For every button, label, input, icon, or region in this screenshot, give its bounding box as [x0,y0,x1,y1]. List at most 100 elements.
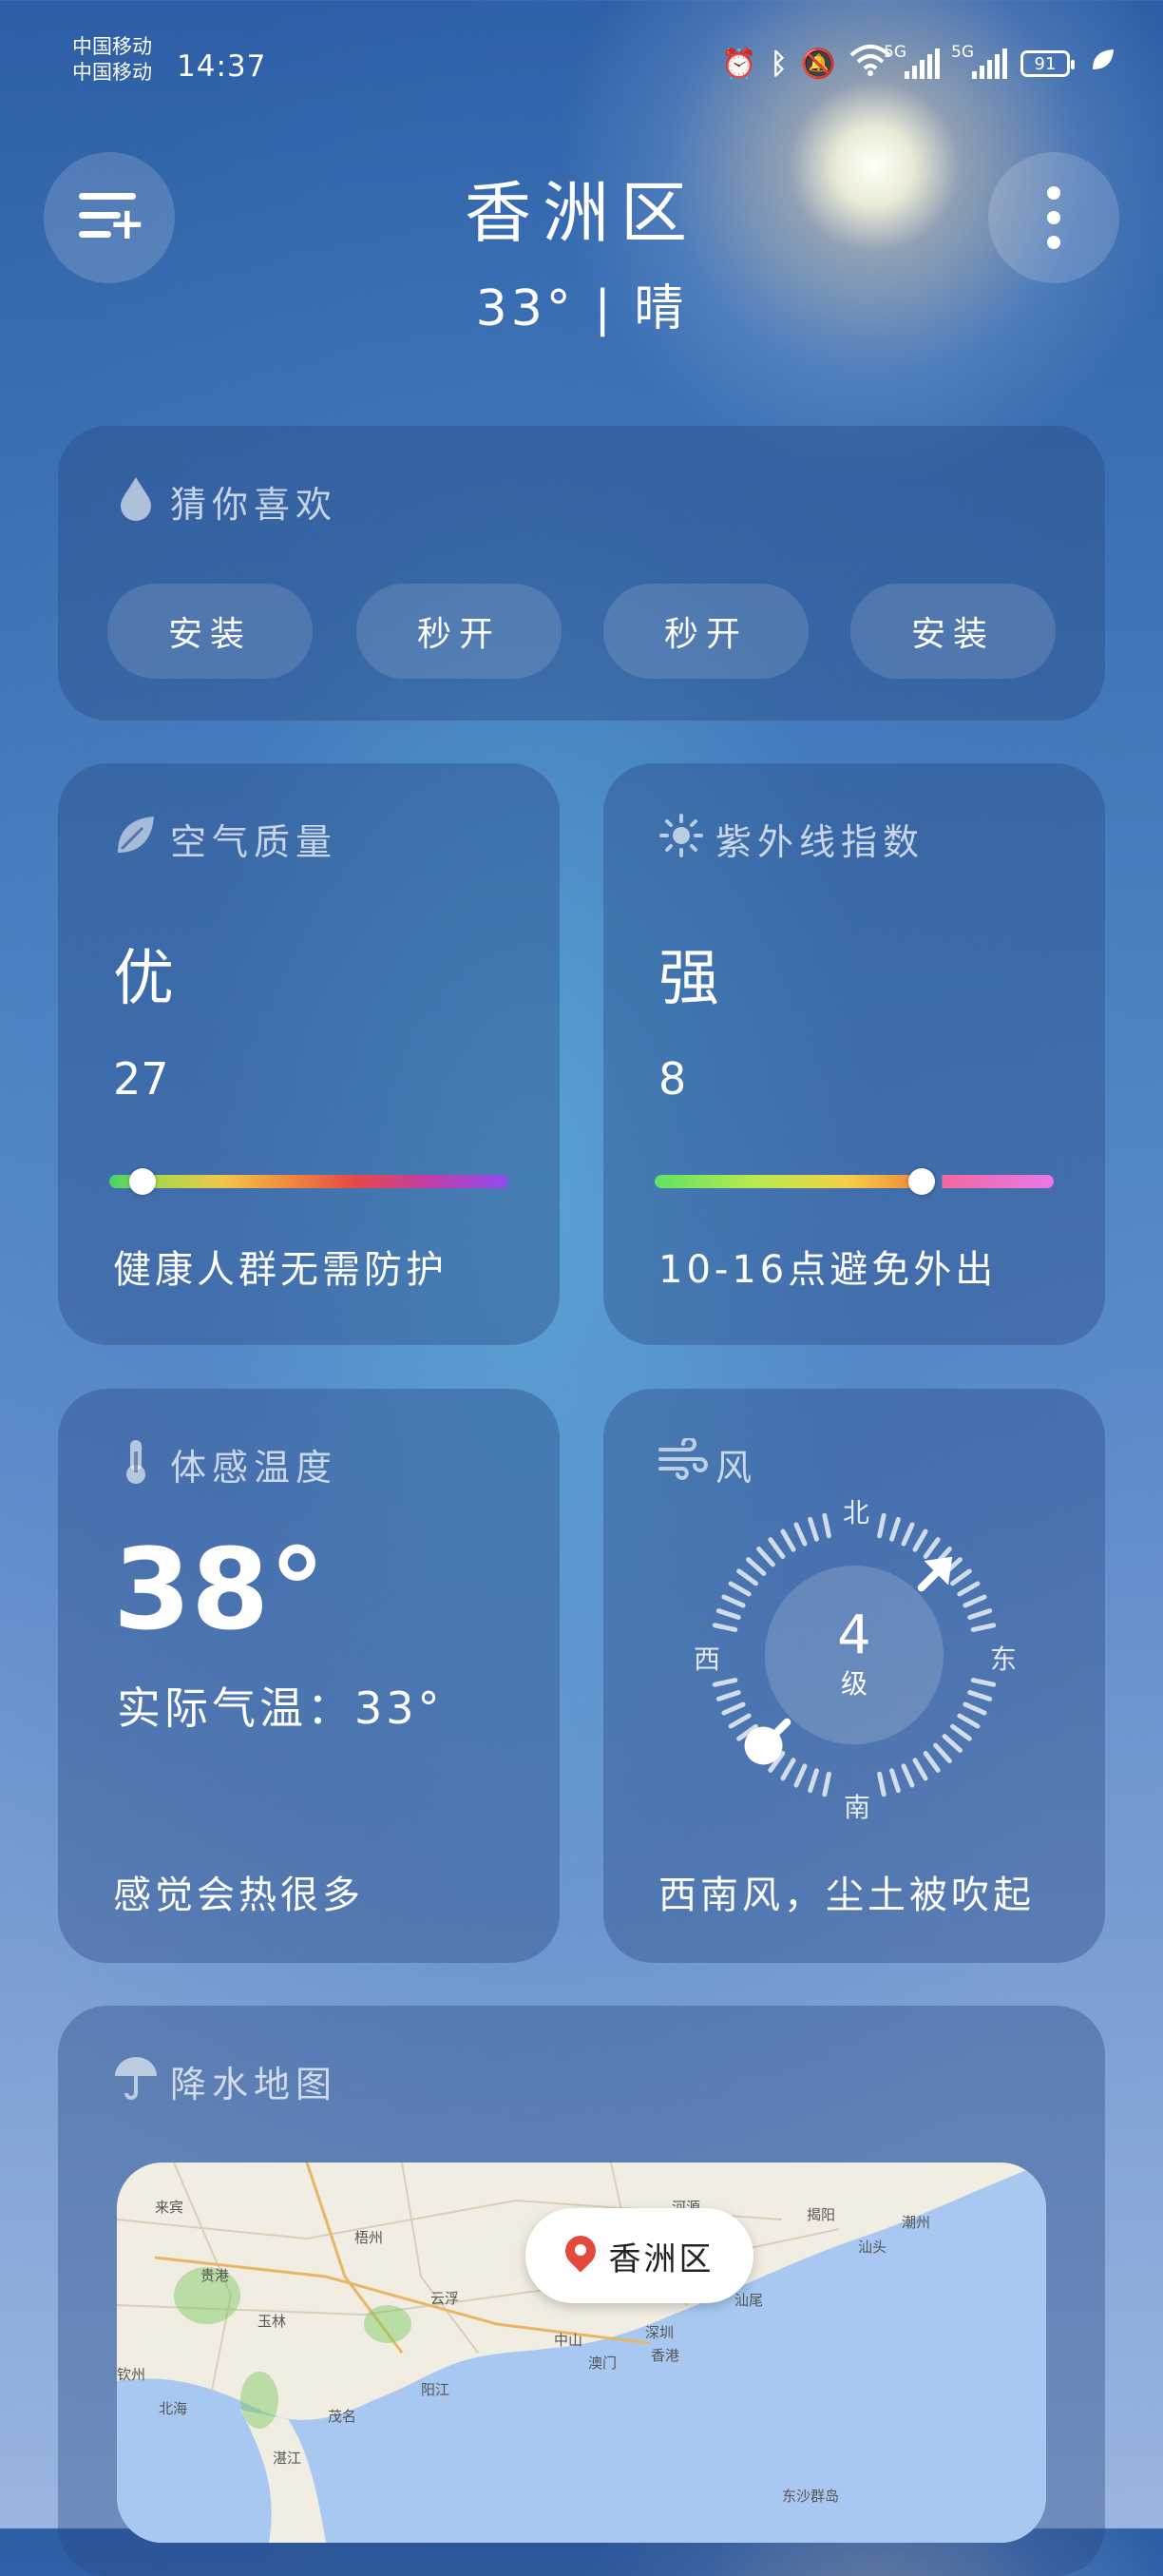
feels-like-value: 38° [113,1524,326,1655]
precipitation-map-card[interactable]: 降水地图 来宾 贵港 玉林 梧州 云浮 中山 澳门 深圳 香港 茂名 阳江 河源… [58,2006,1105,2576]
compass-north: 北 [843,1497,870,1528]
recommend-chip-1[interactable]: 安装 [107,584,313,679]
wind-title: 风 [715,1447,758,1489]
compass-tick [967,1690,993,1701]
wind-level-disc: 4 级 [765,1566,944,1744]
more-options-button[interactable] [988,152,1119,283]
carrier-labels: 中国移动 中国移动 [72,34,152,86]
air-quality-level: 优 [113,944,174,1014]
compass-tick [963,1594,987,1608]
sun-icon [658,813,704,858]
precipitation-map[interactable]: 来宾 贵港 玉林 梧州 云浮 中山 澳门 深圳 香港 茂名 阳江 河源 揭阳 潮… [117,2163,1046,2543]
wind-level: 4 [837,1605,871,1666]
carrier-2: 中国移动 [72,61,152,84]
compass-tick [901,1522,915,1547]
battery-icon: 91 [1020,50,1075,77]
compass-tick [715,1690,741,1701]
compass-tick [970,1678,997,1687]
uv-index-card[interactable]: 紫外线指数 强 8 10-16点避免外出 [603,763,1105,1345]
map-town: 玉林 [257,2313,287,2330]
map-town: 茂名 [328,2408,357,2425]
map-town: 揭阳 [807,2206,836,2223]
map-town: 阳江 [421,2381,450,2398]
compass-west: 西 [694,1644,721,1675]
recommend-chip-3[interactable]: 秒开 [603,584,809,679]
network-type-2: 5G [951,43,974,62]
compass-tick [957,1581,981,1597]
compass-tick [963,1701,987,1716]
map-town: 钦州 [117,2366,146,2383]
compass-east: 东 [990,1644,1018,1675]
thermometer-icon [113,1438,159,1484]
wind-advice: 西南风，尘土被吹起 [658,1874,1035,1917]
map-town: 湛江 [273,2450,302,2467]
compass-tick [877,1771,887,1797]
status-icons: ⏰ ᛒ 🔕 5G 5G 91 [721,43,1115,84]
compass-tick [780,1528,796,1552]
droplet-icon [113,475,159,521]
recommend-title: 猜你喜欢 [170,484,338,526]
signal-icon: 5G [884,43,940,79]
map-town: 深圳 [645,2324,675,2341]
map-town: 香港 [651,2347,680,2364]
uv-value: 8 [658,1053,687,1105]
air-quality-title: 空气质量 [170,821,338,863]
map-town: 东沙群岛 [782,2488,840,2505]
current-temperature-weather: 33° | 晴 [475,280,688,337]
feels-like-advice: 感觉会热很多 [113,1874,364,1917]
signal-icon: 5G [951,43,1007,79]
map-location-pin[interactable]: 香洲区 [525,2208,753,2303]
wind-compass: 北 南 西 东 4 级 [694,1497,1017,1823]
leaf-icon [113,813,159,858]
compass-tick [721,1701,746,1716]
compass-tick [721,1594,746,1608]
uv-advice: 10-16点避免外出 [658,1248,998,1292]
compass-tick [746,1557,767,1576]
mute-icon: 🔕 [800,47,836,81]
air-quality-scale [109,1168,508,1195]
compass-tick [736,1568,758,1586]
compass-south: 南 [844,1792,871,1823]
compass-tick [912,1528,928,1552]
precipitation-map-title: 降水地图 [170,2064,338,2105]
status-bar: 中国移动 中国移动 14:37 ⏰ ᛒ 🔕 5G 5G 91 [0,0,1163,124]
umbrella-icon [113,2055,159,2101]
network-type-1: 5G [884,43,906,62]
more-vertical-icon [1047,186,1060,249]
compass-tick [728,1581,752,1597]
compass-tick [715,1608,741,1620]
uv-level: 强 [658,944,719,1014]
compass-tick [912,1758,928,1781]
feels-like-card[interactable]: 体感温度 38° 实际气温：33° 感觉会热很多 [58,1389,560,1963]
feels-like-title: 体感温度 [170,1447,338,1489]
map-town: 北海 [159,2400,188,2417]
battery-level: 91 [1034,53,1057,74]
compass-tick [933,1742,952,1763]
air-quality-indicator [129,1168,156,1195]
compass-tick [808,1516,819,1542]
air-quality-card[interactable]: 空气质量 优 27 健康人群无需防护 [58,763,560,1345]
map-town: 潮州 [902,2214,931,2231]
compass-tick [901,1763,915,1788]
map-town: 澳门 [588,2355,618,2372]
uv-indicator [908,1168,936,1195]
wind-card[interactable]: 风 北 南 西 东 4 级 西南风，尘土被吹起 [603,1389,1105,1963]
map-town: 汕头 [858,2239,887,2256]
recommend-chip-2[interactable]: 秒开 [356,584,562,679]
leaf-icon [1089,47,1115,81]
compass-tick [950,1568,972,1586]
recommend-card: 猜你喜欢 安装 秒开 秒开 安装 [58,426,1105,721]
compass-tick [923,1537,941,1559]
map-town: 中山 [554,2332,583,2349]
compass-tick [808,1768,819,1794]
recommend-chip-4[interactable]: 安装 [850,584,1056,679]
compass-tick [712,1623,738,1632]
compass-tick [768,1537,786,1559]
map-town: 梧州 [354,2229,384,2246]
compass-tick [942,1734,963,1753]
carrier-1: 中国移动 [72,35,152,58]
wind-icon [658,1436,708,1484]
uv-title: 紫外线指数 [715,821,925,863]
compass-tick [822,1512,831,1539]
compass-tick [889,1516,901,1542]
